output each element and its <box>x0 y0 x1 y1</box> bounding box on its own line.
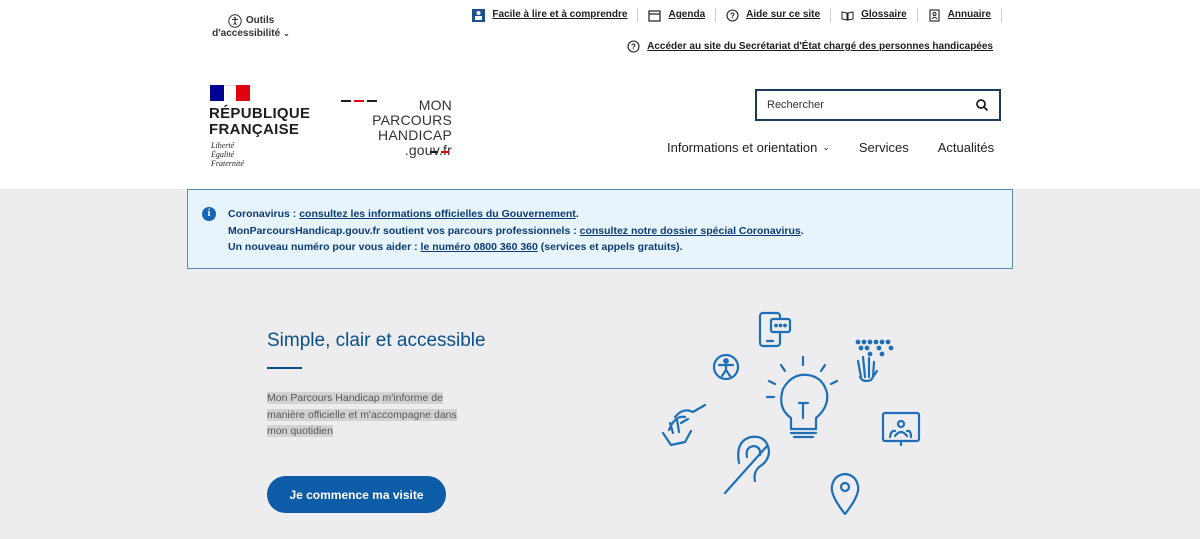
location-pin-icon <box>830 472 860 516</box>
help-icon: ? <box>726 8 739 22</box>
braille-hand-icon <box>855 339 894 383</box>
book-icon <box>841 10 854 21</box>
top-link-glossary[interactable]: Glossaire <box>831 8 918 22</box>
top-link-help[interactable]: ? Aide sur ce site <box>716 8 832 22</box>
info-banner: i Coronavirus : consultez les informatio… <box>187 189 1013 269</box>
info-line-2: MonParcoursHandicap.gouv.fr soutient vos… <box>228 224 804 237</box>
start-visit-button[interactable]: Je commence ma visite <box>267 476 446 513</box>
republique-francaise-logo[interactable]: RÉPUBLIQUE FRANÇAISE <box>209 106 310 138</box>
lightbulb-icon <box>765 355 839 439</box>
info-line-1: Coronavirus : consultez les informations… <box>228 208 579 220</box>
search-box <box>755 89 1001 121</box>
search-icon[interactable] <box>975 98 989 112</box>
info-link-gouvernement[interactable]: consultez les informations officielles d… <box>299 208 576 220</box>
video-conference-icon <box>881 411 921 447</box>
svg-text:?: ? <box>730 11 735 20</box>
accessibility-tools-label-1: Outils <box>245 15 275 26</box>
top-link-falc[interactable]: Facile à lire et à comprendre <box>462 8 639 22</box>
site-logo[interactable]: MON PARCOURS HANDICAP .gouv.fr <box>340 98 452 158</box>
directory-icon <box>929 8 940 22</box>
hearing-impairment-icon <box>723 435 771 495</box>
hero-illustration <box>661 311 921 516</box>
site-logo-accent-bottom <box>430 151 449 153</box>
nav-item-informations[interactable]: Informations et orientation ⌄ <box>667 140 830 155</box>
sign-language-icon <box>661 403 707 447</box>
calendar-icon <box>648 9 662 22</box>
phone-chat-icon <box>758 311 792 348</box>
help-icon: ? <box>627 40 640 53</box>
marianne-logo <box>210 85 250 101</box>
secretariat-link[interactable]: ? Accéder au site du Secrétariat d'État … <box>627 40 993 53</box>
info-link-phone-number[interactable]: le numéro 0800 360 360 <box>421 241 538 253</box>
accessibility-tools-label-2: d'accessibilité <box>212 28 281 39</box>
svg-text:?: ? <box>631 43 636 52</box>
info-line-3: Un nouveau numéro pour vous aider : le n… <box>228 241 683 253</box>
top-link-directory[interactable]: Annuaire <box>918 8 1002 22</box>
search-input[interactable] <box>767 99 975 111</box>
hero-divider <box>267 367 302 369</box>
top-link-agenda[interactable]: Agenda <box>638 8 717 22</box>
main-nav: Informations et orientation ⌄ Services Ac… <box>667 140 994 155</box>
devise: Liberté Égalité Fraternité <box>211 141 244 168</box>
top-links: Facile à lire et à comprendre Agenda ? A… <box>462 8 1002 22</box>
info-icon: i <box>202 207 216 221</box>
falc-icon <box>472 8 486 22</box>
secretariat-link-text[interactable]: Accéder au site du Secrétariat d'État ch… <box>647 41 993 52</box>
accessibility-icon <box>228 14 242 28</box>
chevron-down-icon: ⌄ <box>283 29 290 38</box>
info-link-coronavirus-dossier[interactable]: consultez notre dossier spécial Coronavi… <box>580 225 801 237</box>
nav-item-services[interactable]: Services <box>859 140 909 155</box>
chevron-down-icon: ⌄ <box>822 142 830 152</box>
nav-item-actualites[interactable]: Actualités <box>938 140 994 155</box>
accessibility-tools-button[interactable]: Outils d'accessibilité ⌄ <box>206 14 296 40</box>
hero-title: Simple, clair et accessible <box>267 330 486 351</box>
accessibility-icon <box>712 353 740 381</box>
hero-text: Mon Parcours Handicap m'informe de maniè… <box>267 392 457 437</box>
